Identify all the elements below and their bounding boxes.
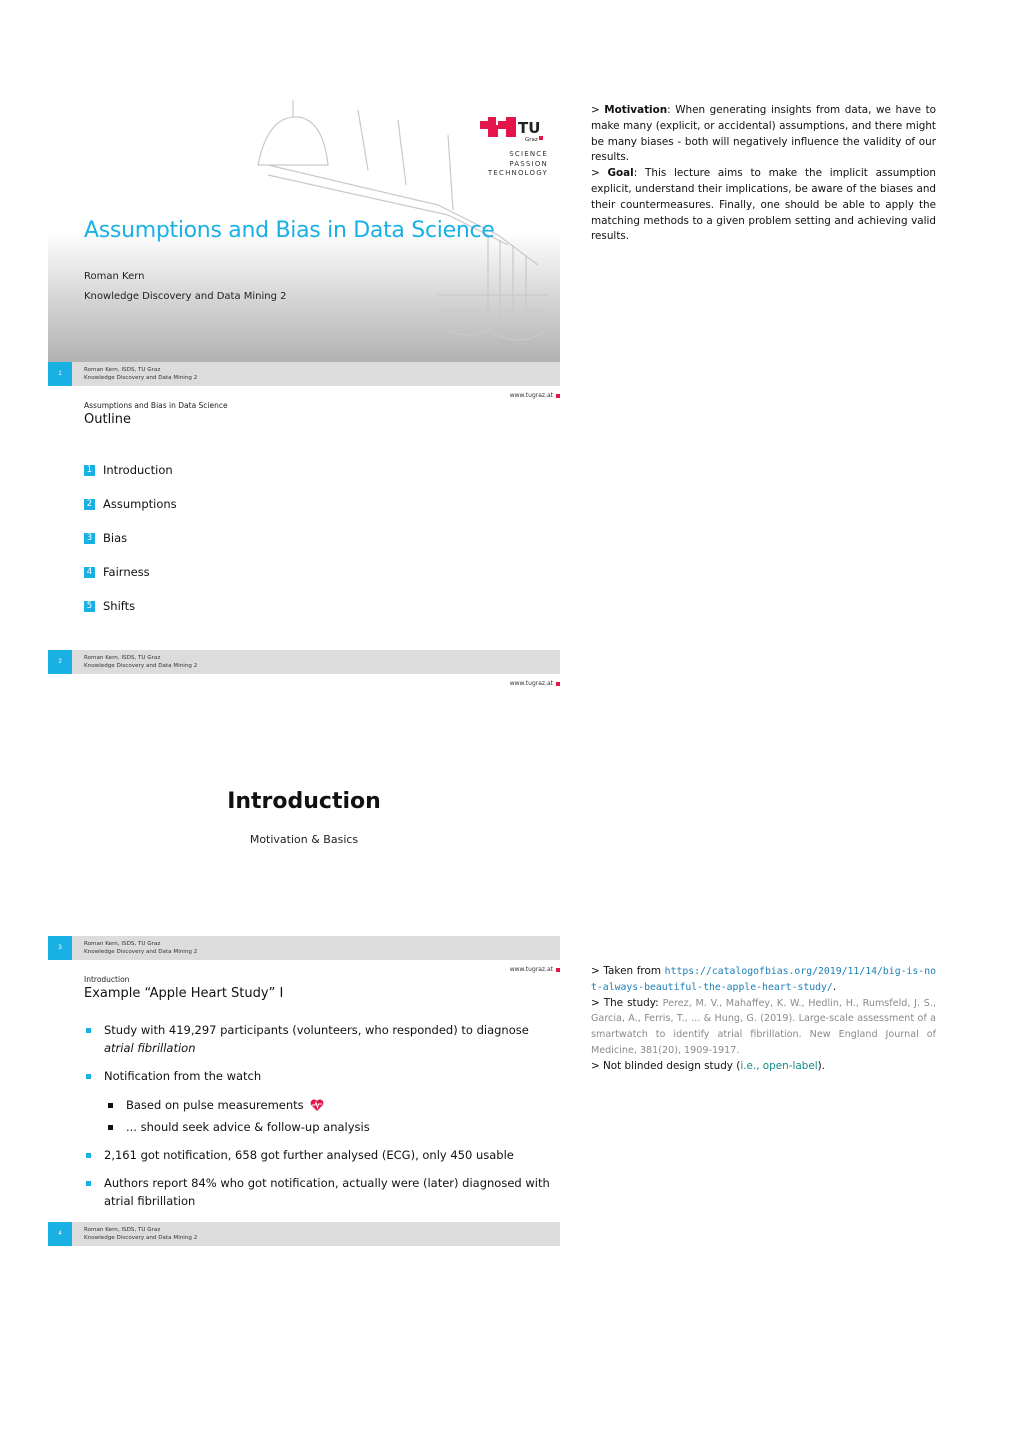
section-title: Introduction <box>227 789 381 814</box>
punctuation: . <box>832 980 837 993</box>
logo-tagline-science: SCIENCE <box>509 150 548 158</box>
footer-author: Roman Kern, ISDS, TU Graz <box>84 1227 161 1233</box>
bullet-emphasis: atrial fibrillation <box>104 1040 196 1055</box>
slide-number: 4 <box>48 1222 72 1246</box>
slide-number: 1 <box>48 362 72 386</box>
bullet-marker <box>86 1181 91 1186</box>
section-subtitle: Motivation & Basics <box>249 833 359 846</box>
toc-item[interactable]: 2 Assumptions <box>84 497 177 511</box>
section-kicker: Assumptions and Bias in Data Science <box>84 401 228 410</box>
slide-footer: 2 Roman Kern, ISDS, TU Graz Knowledge Di… <box>48 650 560 674</box>
footer-course: Knowledge Discovery and Data Mining 2 <box>84 949 198 955</box>
logo-tagline-passion: PASSION <box>509 159 548 168</box>
subbullet-item: ... should seek advice & follow-up analy… <box>106 1119 546 1136</box>
slide-4-apple-heart-study: www.tugraz.at Introduction Example “Appl… <box>48 960 560 1248</box>
red-square-icon <box>556 967 560 972</box>
blind-prefix: > Not blinded design study ( <box>591 1059 741 1072</box>
motivation-label: Motivation <box>604 104 668 116</box>
toc-label: Fairness <box>103 565 150 579</box>
author-name: Roman Kern <box>84 271 145 282</box>
bullet-item: Notification from the watch <box>84 1068 554 1086</box>
toc-label: Shifts <box>103 599 136 613</box>
frame-title: Outline <box>84 412 132 427</box>
toc-item[interactable]: 4 Fairness <box>84 565 150 579</box>
footer-author: Roman Kern, ISDS, TU Graz <box>84 655 161 661</box>
bullet-text: Authors report 84% who got notification,… <box>104 1176 550 1208</box>
slide-number: 2 <box>48 650 72 674</box>
red-square-icon <box>556 681 560 686</box>
toc-item[interactable]: 5 Shifts <box>84 599 135 613</box>
subbullet-item: Based on pulse measurements <box>106 1097 546 1114</box>
footer-author: Roman Kern, ISDS, TU Graz <box>84 941 161 947</box>
slide-footer: 3 Roman Kern, ISDS, TU Graz Knowledge Di… <box>48 936 560 960</box>
bullet-item: 2,161 got notification, 658 got further … <box>84 1147 554 1165</box>
svg-text:TU: TU <box>518 119 540 137</box>
section-kicker: Introduction <box>84 975 130 984</box>
bullet-item: Authors report 84% who got notification,… <box>84 1175 554 1210</box>
note-prefix: > <box>591 167 608 180</box>
bullet-text: Study with 419,297 participants (volunte… <box>104 1023 529 1037</box>
bullet-item: Study with 419,297 participants (volunte… <box>84 1022 554 1057</box>
study-label: > The study: <box>591 996 663 1009</box>
toc-number-badge: 1 <box>84 464 95 476</box>
slide-footer: 1 Roman Kern, ISDS, TU Graz Knowledge Di… <box>48 362 560 386</box>
taken-from-label: > Taken from <box>591 965 665 977</box>
footer-course: Knowledge Discovery and Data Mining 2 <box>84 375 198 381</box>
notes-slide-1: > Motivation: When generating insights f… <box>591 103 936 245</box>
bullet-marker <box>86 1028 91 1033</box>
slide-number: 3 <box>48 936 72 960</box>
logo-tagline-technology: TECHNOLOGY <box>487 169 548 177</box>
red-square-icon <box>556 393 560 398</box>
toc-item[interactable]: 1 Introduction <box>84 463 173 477</box>
tu-graz-logo: TU Graz SCIENCE PASSION TECHNOLOGY <box>478 117 548 179</box>
toc-label: Introduction <box>103 463 173 477</box>
toc-number-badge: 5 <box>84 600 95 612</box>
subbullet-text: Based on pulse measurements <box>126 1098 304 1112</box>
toc-number-badge: 2 <box>84 498 95 510</box>
notes-slide-4: > Taken from https://catalogofbias.org/2… <box>591 964 936 1075</box>
slide-2-outline: www.tugraz.at Assumptions and Bias in Da… <box>48 386 560 674</box>
subbullet-marker <box>108 1125 113 1130</box>
frame-title: Example “Apple Heart Study” I <box>84 986 284 1001</box>
presentation-title: Assumptions and Bias in Data Science <box>84 218 495 243</box>
slide-3-section: www.tugraz.at Introduction Motivation & … <box>48 674 560 960</box>
toc-label: Bias <box>103 531 128 545</box>
slide-1-title: TU Graz SCIENCE PASSION TECHNOLOGY Assum… <box>48 90 560 386</box>
subbullet-marker <box>108 1103 113 1108</box>
blind-suffix: ). <box>817 1059 825 1072</box>
heartbeat-icon <box>310 1099 324 1111</box>
bullet-marker <box>86 1153 91 1158</box>
svg-text:Graz: Graz <box>525 137 538 143</box>
bullet-marker <box>86 1074 91 1079</box>
toc-number-badge: 4 <box>84 566 95 578</box>
bullet-text: Notification from the watch <box>104 1069 262 1083</box>
tugraz-url[interactable]: www.tugraz.at <box>510 966 560 973</box>
toc-number-badge: 3 <box>84 532 95 544</box>
footer-author: Roman Kern, ISDS, TU Graz <box>84 367 161 373</box>
course-name: Knowledge Discovery and Data Mining 2 <box>84 291 287 302</box>
bullet-text: 2,161 got notification, 658 got further … <box>104 1148 514 1162</box>
note-prefix: > <box>591 104 605 116</box>
footer-course: Knowledge Discovery and Data Mining 2 <box>84 663 198 669</box>
tu-graz-logo-mark: TU Graz <box>480 117 543 143</box>
goal-label: Goal <box>607 167 634 180</box>
subbullet-text: ... should seek advice & follow-up analy… <box>126 1120 370 1134</box>
slide-footer: 4 Roman Kern, ISDS, TU Graz Knowledge Di… <box>48 1222 560 1246</box>
tugraz-url[interactable]: www.tugraz.at <box>510 680 560 687</box>
toc-item[interactable]: 3 Bias <box>84 531 127 545</box>
toc-label: Assumptions <box>103 497 177 511</box>
tugraz-url[interactable]: www.tugraz.at <box>510 392 560 399</box>
open-label-link[interactable]: i.e., open-label <box>740 1060 817 1072</box>
goal-text: : This lecture aims to make the implicit… <box>591 167 936 243</box>
footer-course: Knowledge Discovery and Data Mining 2 <box>84 1235 198 1241</box>
